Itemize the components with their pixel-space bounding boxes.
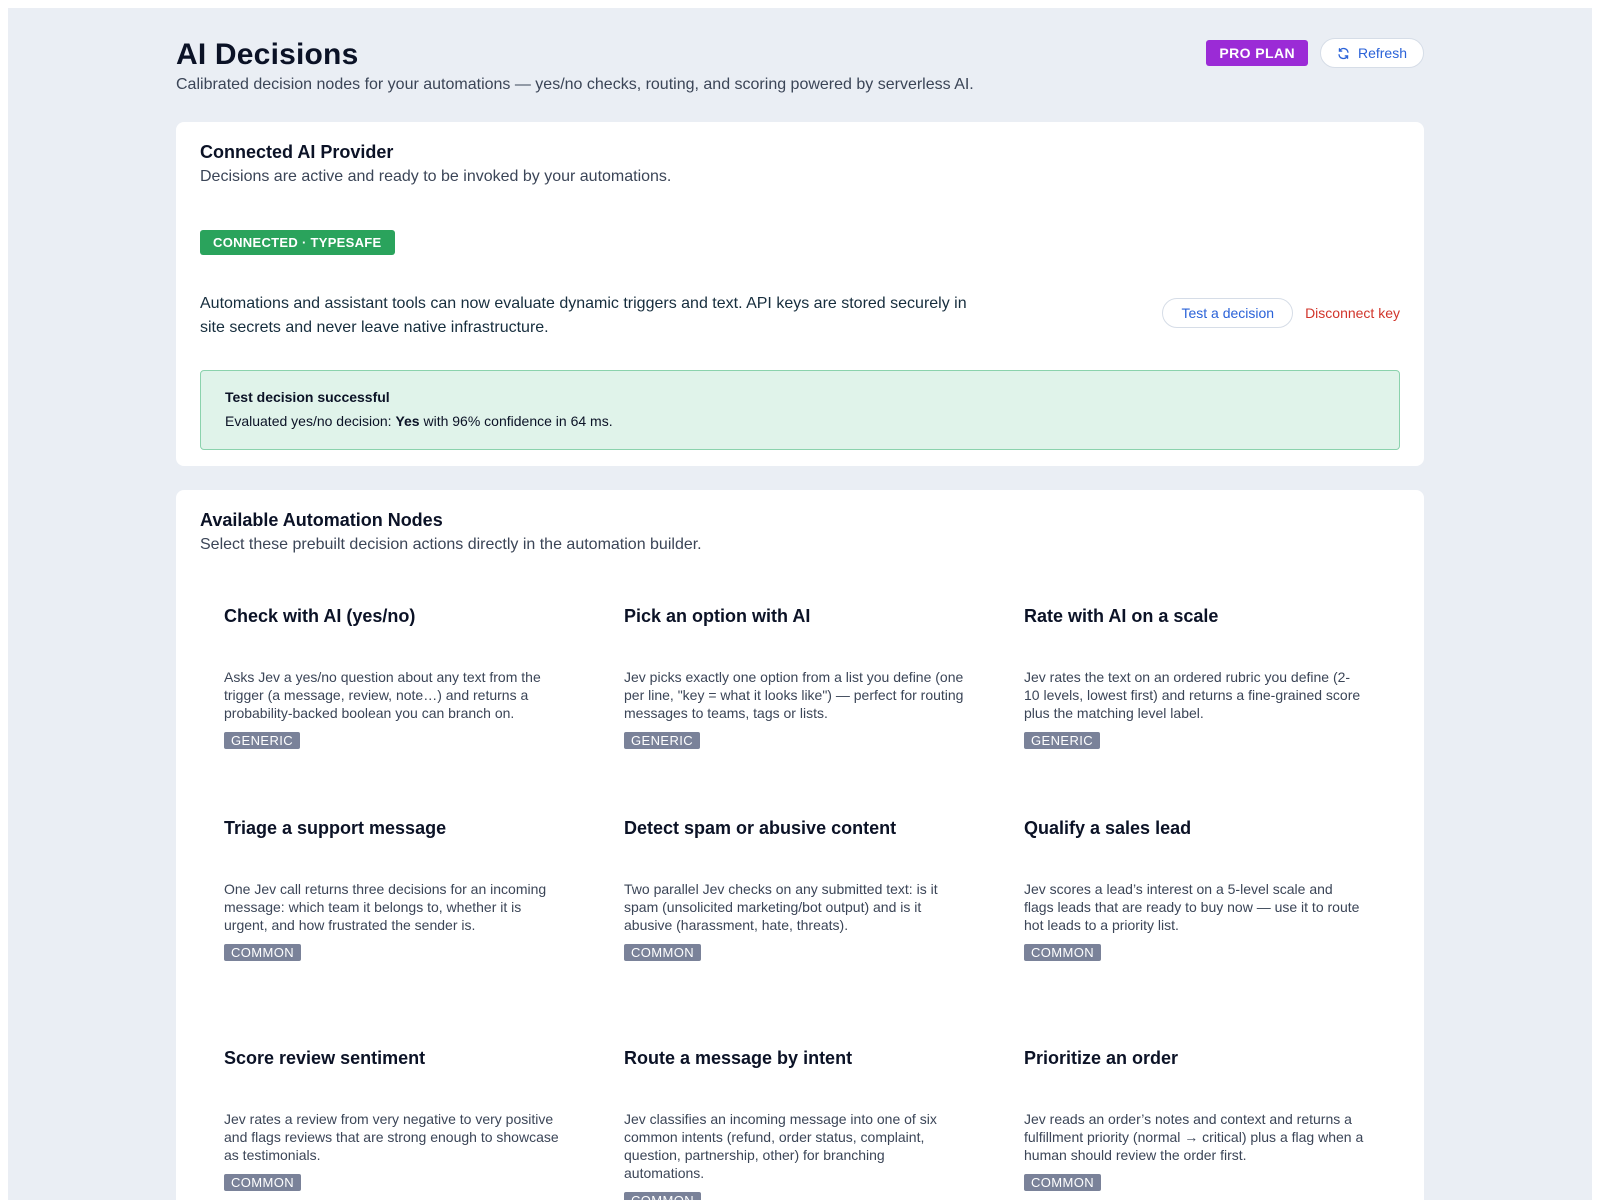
nodes-subtitle: Select these prebuilt decision actions d…: [200, 536, 702, 553]
node-card[interactable]: Rate with AI on a scale Jev rates the te…: [1000, 606, 1400, 818]
page-title: AI Decisions: [176, 38, 359, 71]
node-title: Qualify a sales lead: [1024, 818, 1192, 838]
node-title: Pick an option with AI: [624, 606, 811, 626]
node-title: Prioritize an order: [1024, 1048, 1179, 1068]
provider-description: Automations and assistant tools can now …: [200, 295, 967, 336]
node-tag: COMMON: [1024, 944, 1102, 961]
test-result-title: Test decision successful: [225, 389, 390, 405]
plan-badge: PRO PLAN: [1206, 40, 1308, 66]
header-actions: PRO PLAN Refresh: [1206, 38, 1424, 68]
node-title: Check with AI (yes/no): [224, 606, 416, 626]
provider-actions: Test a decision Disconnect key: [1162, 298, 1400, 328]
node-title: Route a message by intent: [624, 1048, 853, 1068]
node-description: Jev scores a lead’s interest on a 5-leve…: [1024, 881, 1360, 933]
page-subtitle: Calibrated decision nodes for your autom…: [176, 76, 974, 93]
node-card[interactable]: Detect spam or abusive content Two paral…: [600, 818, 1000, 1048]
node-card[interactable]: Route a message by intent Jev classifies…: [600, 1048, 1000, 1200]
test-result-prefix: Evaluated yes/no decision:: [225, 413, 396, 429]
refresh-icon: [1337, 47, 1350, 60]
node-card[interactable]: Qualify a sales lead Jev scores a lead’s…: [1000, 818, 1400, 1048]
automation-nodes-card: Available Automation Nodes Select these …: [176, 490, 1424, 1200]
node-tag: GENERIC: [224, 732, 301, 749]
node-description: Jev picks exactly one option from a list…: [624, 669, 964, 721]
node-tag: COMMON: [224, 944, 302, 961]
test-result-alert: Test decision successful Evaluated yes/n…: [200, 370, 1400, 450]
node-tag: COMMON: [1024, 1174, 1102, 1191]
node-title: Score review sentiment: [224, 1048, 426, 1068]
node-title: Rate with AI on a scale: [1024, 606, 1219, 626]
node-description: Jev classifies an incoming message into …: [624, 1111, 937, 1181]
node-card[interactable]: Prioritize an order Jev reads an order’s…: [1000, 1048, 1400, 1200]
node-card[interactable]: Score review sentiment Jev rates a revie…: [200, 1048, 600, 1200]
node-card[interactable]: Pick an option with AI Jev picks exactly…: [600, 606, 1000, 818]
provider-card: Connected AI Provider Decisions are acti…: [176, 122, 1424, 466]
nodes-title: Available Automation Nodes: [200, 510, 443, 530]
node-description: Jev reads an order’s notes and context a…: [1024, 1111, 1364, 1163]
node-description: Jev rates the text on an ordered rubric …: [1024, 669, 1361, 721]
provider-title: Connected AI Provider: [200, 142, 394, 162]
refresh-label: Refresh: [1357, 45, 1407, 61]
test-result-text: Evaluated yes/no decision: Yes with 96% …: [225, 413, 1375, 429]
node-description: Jev rates a review from very negative to…: [224, 1111, 559, 1163]
provider-subtitle: Decisions are active and ready to be inv…: [200, 168, 672, 185]
node-tag: COMMON: [624, 1192, 702, 1200]
node-title: Triage a support message: [224, 818, 447, 838]
page-header: AI Decisions Calibrated decision nodes f…: [176, 8, 1424, 120]
test-result-answer: Yes: [395, 413, 420, 429]
node-tag: GENERIC: [624, 732, 701, 749]
node-tag: GENERIC: [1024, 732, 1101, 749]
test-decision-button[interactable]: Test a decision: [1162, 298, 1294, 328]
node-tag: COMMON: [224, 1174, 302, 1191]
node-description: Asks Jev a yes/no question about any tex…: [224, 669, 541, 721]
app-viewport: AI Decisions Calibrated decision nodes f…: [8, 8, 1592, 1200]
page-container: AI Decisions Calibrated decision nodes f…: [176, 8, 1424, 1200]
node-tag: COMMON: [624, 944, 702, 961]
node-card[interactable]: Triage a support message One Jev call re…: [200, 818, 600, 1048]
test-result-suffix: with 96% confidence in 64 ms.: [419, 413, 613, 429]
node-title: Detect spam or abusive content: [624, 818, 897, 838]
node-description: Two parallel Jev checks on any submitted…: [624, 881, 938, 933]
node-description: One Jev call returns three decisions for…: [224, 881, 547, 933]
nodes-grid: Check with AI (yes/no) Asks Jev a yes/no…: [200, 606, 1400, 1200]
node-card[interactable]: Check with AI (yes/no) Asks Jev a yes/no…: [200, 606, 600, 818]
connection-status-badge: CONNECTED · TYPESAFE: [200, 230, 395, 255]
refresh-button[interactable]: Refresh: [1319, 38, 1424, 68]
disconnect-key-button[interactable]: Disconnect key: [1305, 305, 1400, 321]
